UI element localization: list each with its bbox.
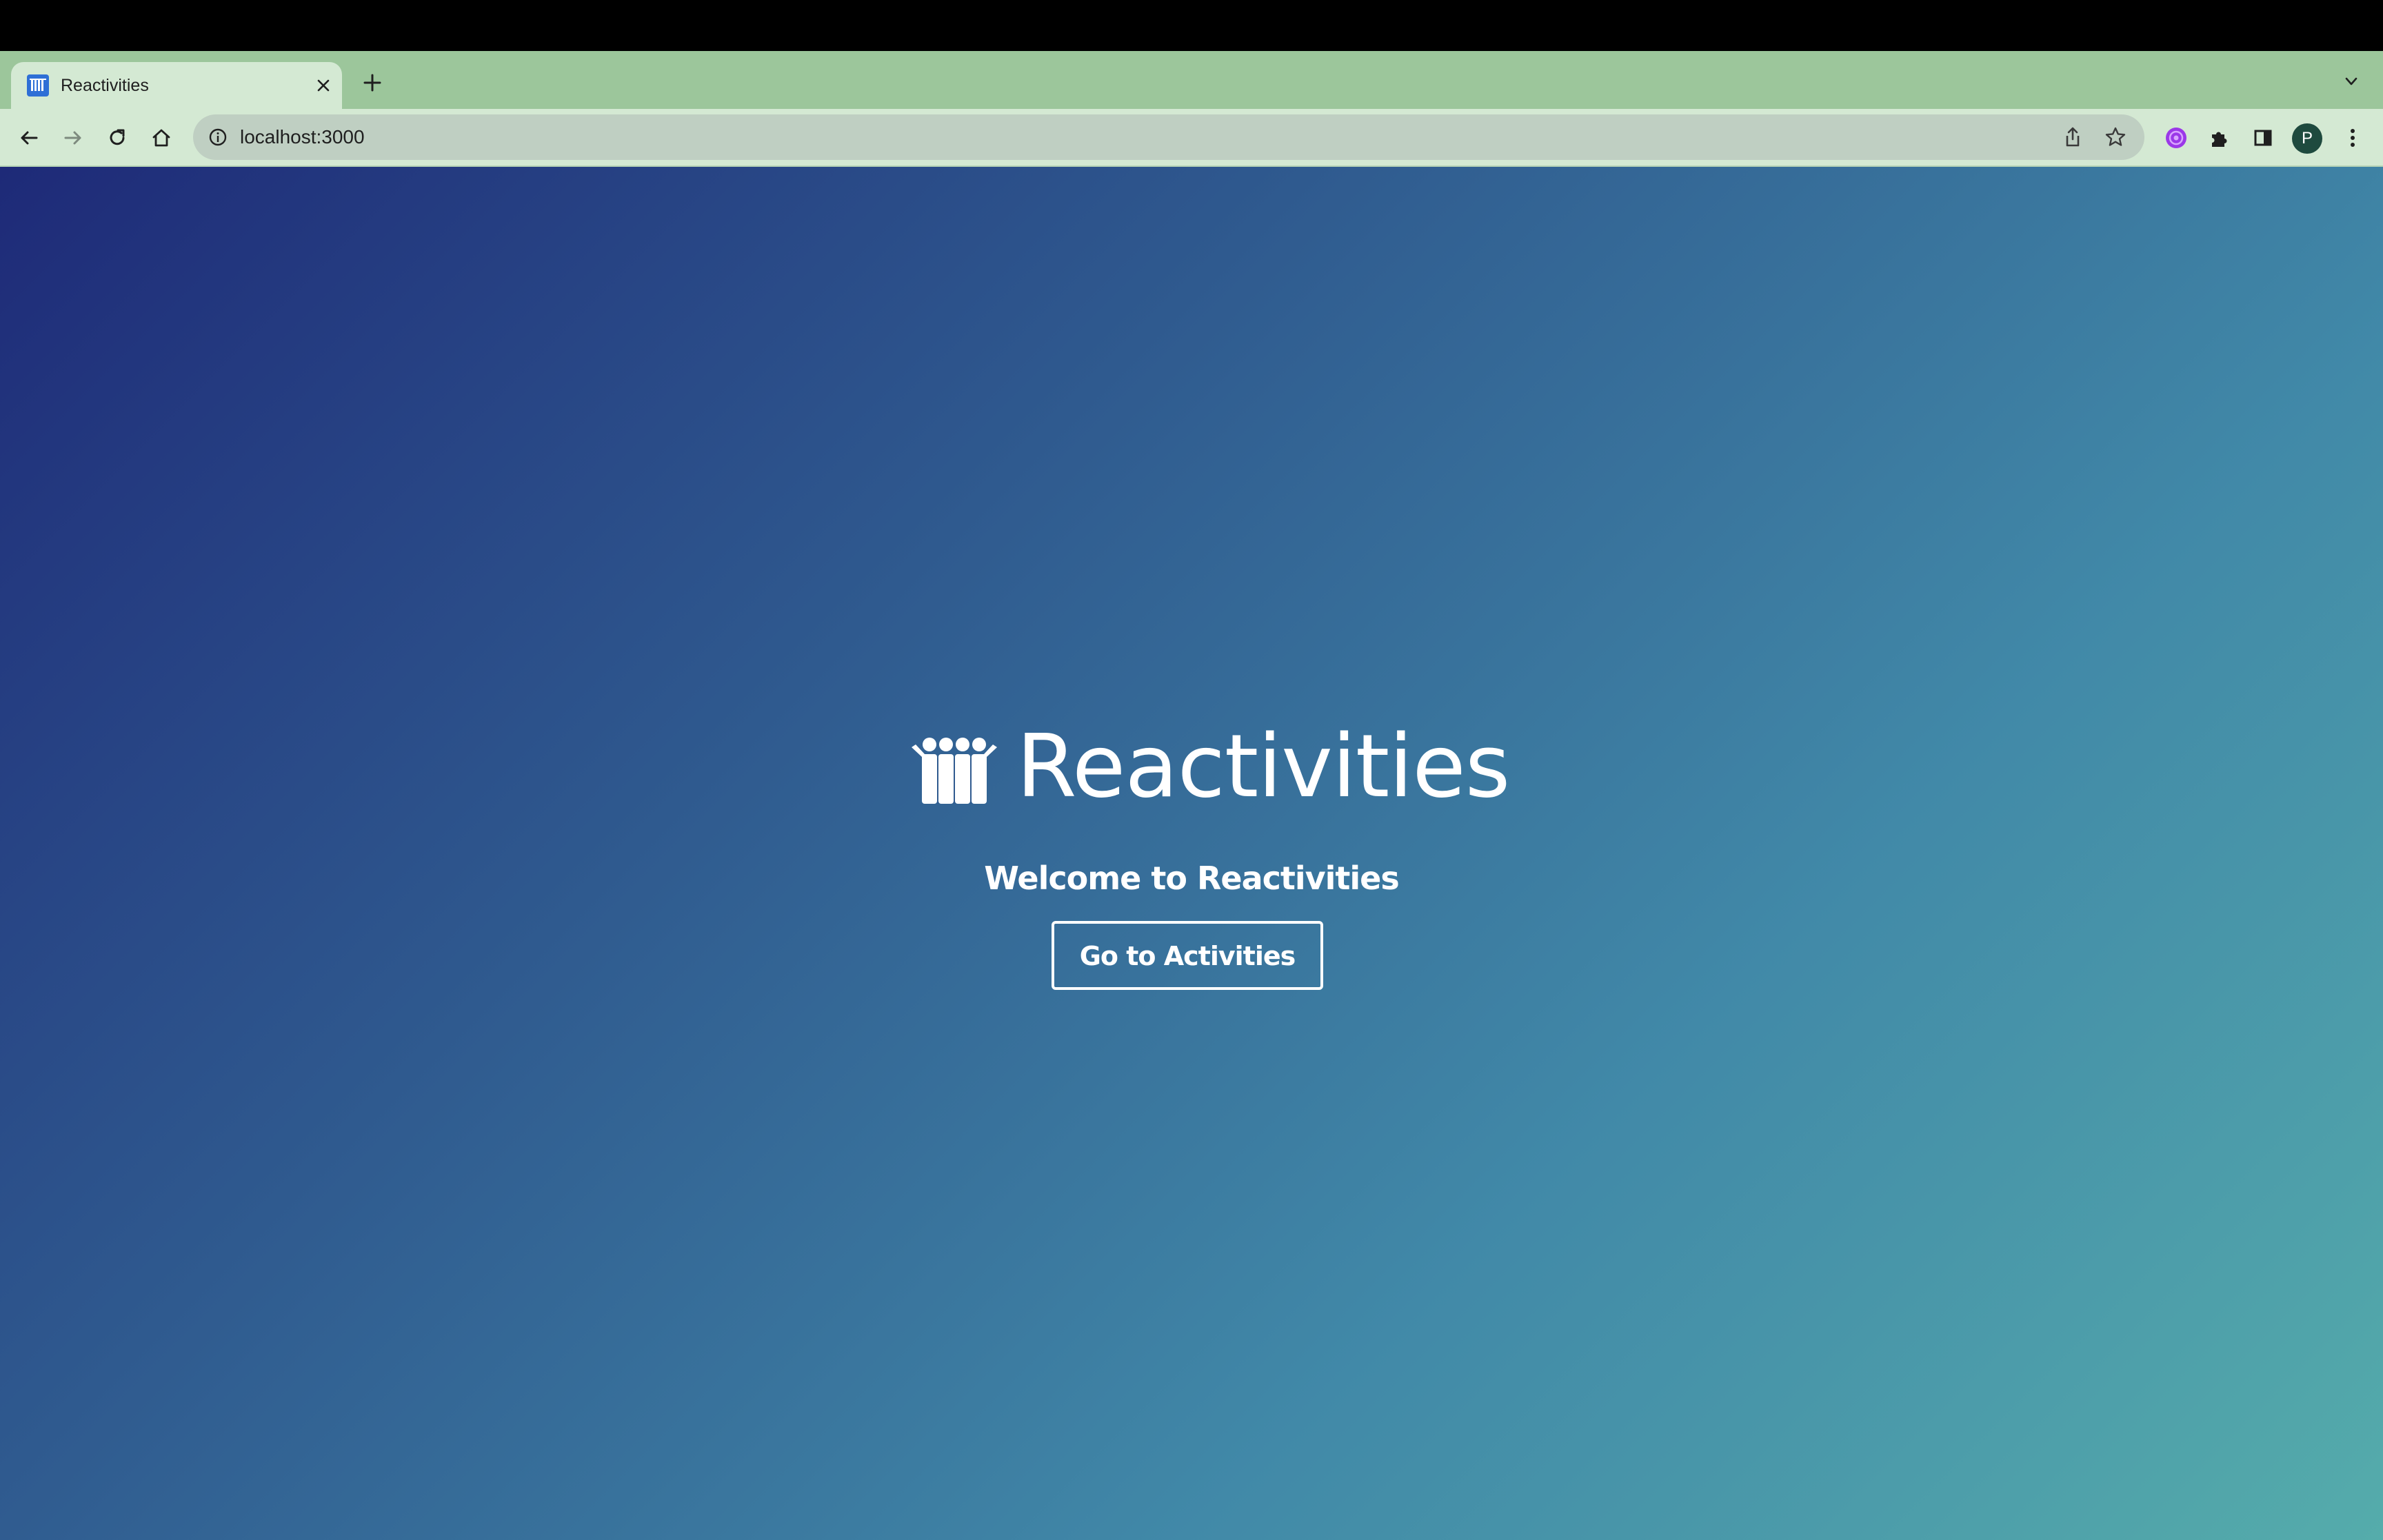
tab-title: Reactivities [61,76,149,95]
tab-strip: Reactivities [0,51,2383,109]
info-icon[interactable] [207,126,229,148]
users-icon [27,74,49,97]
extension-button[interactable] [2160,121,2193,154]
url-text[interactable]: localhost:3000 [240,114,365,160]
extension-avatar-icon [2166,128,2186,148]
profile-avatar[interactable]: P [2292,123,2322,154]
new-tab-button[interactable] [357,68,388,98]
home-icon [152,129,170,147]
browser-toolbar: localhost:3000 P [0,109,2383,167]
puzzle-icon [2212,132,2227,147]
page-viewport: Reactivities Welcome to Reactivities Go … [0,167,2383,1540]
browser-window: Reactivities localhost:3000 P Reactiviti… [0,0,2383,1540]
reload-icon [110,129,125,145]
reload-button[interactable] [101,121,134,154]
browser-tab[interactable]: Reactivities [11,62,342,109]
side-panel-button[interactable] [2246,121,2280,154]
forward-button[interactable] [57,121,90,154]
browser-menu-button[interactable] [2336,121,2369,154]
arrow-left-icon [21,131,38,145]
users-icon [912,738,997,804]
plus-icon [363,74,381,92]
close-icon[interactable] [314,77,332,94]
brand-heading: Reactivities [910,715,1510,818]
brand-title: Reactivities [1016,716,1510,817]
kebab-menu-icon [2351,129,2355,147]
tab-search-button[interactable] [2337,68,2365,95]
chevron-down-icon [2345,77,2357,85]
arrow-right-icon [64,131,81,145]
home-button[interactable] [145,121,178,154]
extensions-button[interactable] [2202,121,2235,154]
welcome-heading: Welcome to Reactivities [984,860,1399,897]
back-button[interactable] [12,121,46,154]
go-to-activities-button[interactable]: Go to Activities [1052,921,1323,990]
masthead: Reactivities Welcome to Reactivities Go … [0,167,2383,1540]
star-icon[interactable] [2103,125,2128,150]
share-icon[interactable] [2060,125,2085,150]
side-panel-icon [2254,130,2272,146]
address-bar[interactable]: localhost:3000 [193,114,2144,160]
